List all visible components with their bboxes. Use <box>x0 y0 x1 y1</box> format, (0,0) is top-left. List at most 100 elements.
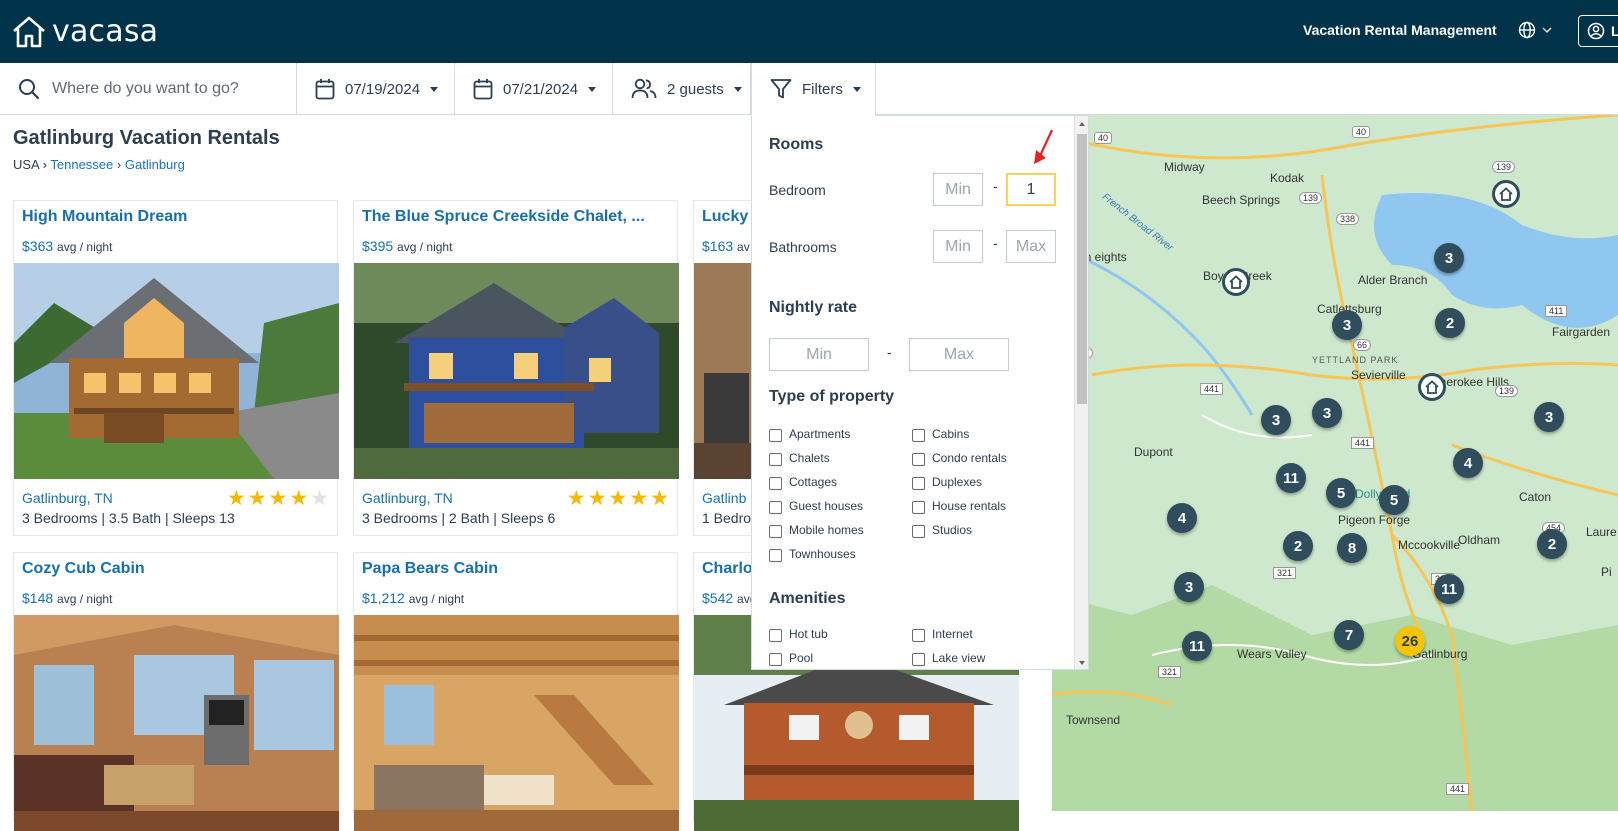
listing-price: $148 avg / night <box>22 590 112 606</box>
cluster-pin[interactable]: 11 <box>1434 574 1464 604</box>
price-unit: avg / night <box>57 592 113 606</box>
checkbox-hot-tub[interactable]: Hot tub <box>769 626 828 642</box>
checkbox-internet[interactable]: Internet <box>912 626 973 642</box>
checkbox-townhouses[interactable]: Townhouses <box>769 546 856 562</box>
checkbox[interactable] <box>912 501 925 514</box>
vacation-rental-management-link[interactable]: Vacation Rental Management <box>1303 22 1497 38</box>
checkbox-studios[interactable]: Studios <box>912 522 972 538</box>
guests-selector[interactable]: 2 guests <box>613 63 751 115</box>
vacasa-logo[interactable]: vacasa <box>12 14 158 49</box>
cluster-pin[interactable]: 3 <box>1332 310 1362 340</box>
cluster-pin[interactable]: 5 <box>1379 485 1409 515</box>
listing-card[interactable]: The Blue Spruce Creekside Chalet, ... $3… <box>353 200 679 536</box>
checkbox[interactable] <box>769 429 782 442</box>
checkbox[interactable] <box>912 653 925 666</box>
destination-search[interactable] <box>0 63 297 115</box>
cluster-pin[interactable]: 8 <box>1337 533 1367 563</box>
nightly-min-input[interactable] <box>769 338 869 371</box>
login-button[interactable]: L <box>1578 15 1618 47</box>
filters-button[interactable]: Filters <box>751 63 876 116</box>
breadcrumb-gatlinburg[interactable]: Gatlinburg <box>125 157 185 172</box>
cluster-pin[interactable]: 2 <box>1435 308 1465 338</box>
listing-photo[interactable] <box>354 615 679 831</box>
checkbox-apartments[interactable]: Apartments <box>769 426 850 442</box>
listing-name[interactable]: High Mountain Dream <box>22 208 322 226</box>
cluster-pin[interactable]: 3 <box>1534 402 1564 432</box>
price-amount: $395 <box>362 238 394 254</box>
listing-name[interactable]: The Blue Spruce Creekside Chalet, ... <box>362 208 662 226</box>
checkbox[interactable] <box>912 525 925 538</box>
listing-photo[interactable] <box>354 263 679 479</box>
listing-photo[interactable] <box>14 263 339 479</box>
checkbox[interactable] <box>912 429 925 442</box>
checkbox-pool[interactable]: Pool <box>769 650 813 666</box>
checkbox[interactable] <box>769 501 782 514</box>
checkbox[interactable] <box>769 453 782 466</box>
checkbox-cabins[interactable]: Cabins <box>912 426 969 442</box>
cluster-pin[interactable]: 2 <box>1283 531 1313 561</box>
map[interactable]: Midway Kodak Beech Springs French Broad … <box>1052 115 1618 811</box>
cluster-pin[interactable]: 4 <box>1453 448 1483 478</box>
cluster-pin[interactable]: 3 <box>1261 405 1291 435</box>
checkbox-cottages[interactable]: Cottages <box>769 474 837 490</box>
bathrooms-min-input[interactable] <box>933 230 983 263</box>
checkbox[interactable] <box>769 549 782 562</box>
checkbox[interactable] <box>912 477 925 490</box>
checkbox[interactable] <box>769 477 782 490</box>
road-shield: 338 <box>1336 213 1360 225</box>
price-unit: av <box>737 240 750 254</box>
checkbox-label: Studios <box>932 523 973 537</box>
checkbox[interactable] <box>769 525 782 538</box>
cluster-pin[interactable]: 11 <box>1276 463 1306 493</box>
cluster-pin[interactable]: 7 <box>1334 620 1364 650</box>
checkbox-chalets[interactable]: Chalets <box>769 450 830 466</box>
cluster-pin[interactable]: 5 <box>1326 478 1356 508</box>
checkbox-lake-view[interactable]: Lake view <box>912 650 985 666</box>
checkbox-guest-houses[interactable]: Guest houses <box>769 498 863 514</box>
cluster-pin[interactable]: 11 <box>1182 631 1212 661</box>
property-pin-house-icon[interactable] <box>1418 373 1446 401</box>
scroll-down-icon[interactable] <box>1075 657 1089 669</box>
checkbox[interactable] <box>769 629 782 642</box>
property-pin-house-icon[interactable] <box>1492 180 1520 208</box>
listing-name[interactable]: Cozy Cub Cabin <box>22 560 322 578</box>
breadcrumb: USA › Tennessee › Gatlinburg <box>13 157 185 172</box>
checkbox-duplexes[interactable]: Duplexes <box>912 474 982 490</box>
scrollbar-thumb[interactable] <box>1077 134 1087 404</box>
checkbox[interactable] <box>912 453 925 466</box>
listing-card[interactable]: High Mountain Dream $363 avg / night Gat… <box>13 200 339 536</box>
checkin-date-picker[interactable]: 07/19/2024 <box>297 63 455 115</box>
cluster-pin-highlighted[interactable]: 26 <box>1395 626 1425 656</box>
listing-card[interactable]: Papa Bears Cabin $1,212 avg / night <box>353 552 679 831</box>
cluster-pin[interactable]: 3 <box>1312 398 1342 428</box>
breadcrumb-usa[interactable]: USA <box>13 157 39 172</box>
filters-scrollbar[interactable] <box>1074 116 1089 669</box>
checkbox-label: House rentals <box>932 499 1007 513</box>
checkbox[interactable] <box>769 653 782 666</box>
destination-input[interactable] <box>52 80 287 98</box>
map-label: Oldham <box>1458 533 1501 547</box>
cluster-pin[interactable]: 3 <box>1434 243 1464 273</box>
cluster-pin[interactable]: 2 <box>1537 529 1567 559</box>
bedroom-min-input[interactable] <box>933 173 983 206</box>
annotation-arrow-icon <box>1034 129 1053 164</box>
property-pin-house-icon[interactable] <box>1222 268 1250 296</box>
language-selector[interactable] <box>1518 21 1552 39</box>
bedroom-label: Bedroom <box>769 182 826 198</box>
cluster-pin[interactable]: 4 <box>1167 503 1197 533</box>
scroll-up-icon[interactable] <box>1075 118 1089 130</box>
cluster-pin[interactable]: 3 <box>1174 572 1204 602</box>
bedroom-max-input[interactable] <box>1006 173 1056 206</box>
listing-card[interactable]: Cozy Cub Cabin $148 avg / night <box>13 552 339 831</box>
nightly-max-input[interactable] <box>909 338 1009 371</box>
checkout-date-picker[interactable]: 07/21/2024 <box>455 63 613 115</box>
breadcrumb-tennessee[interactable]: Tennessee <box>50 157 113 172</box>
checkbox[interactable] <box>912 629 925 642</box>
checkbox-mobile-homes[interactable]: Mobile homes <box>769 522 864 538</box>
listing-photo[interactable] <box>14 615 339 831</box>
bathrooms-max-input[interactable] <box>1006 230 1056 263</box>
listing-name[interactable]: Papa Bears Cabin <box>362 560 662 578</box>
checkbox-condo-rentals[interactable]: Condo rentals <box>912 450 1007 466</box>
map-label: Pigeon Forge <box>1338 513 1411 527</box>
checkbox-house-rentals[interactable]: House rentals <box>912 498 1006 514</box>
